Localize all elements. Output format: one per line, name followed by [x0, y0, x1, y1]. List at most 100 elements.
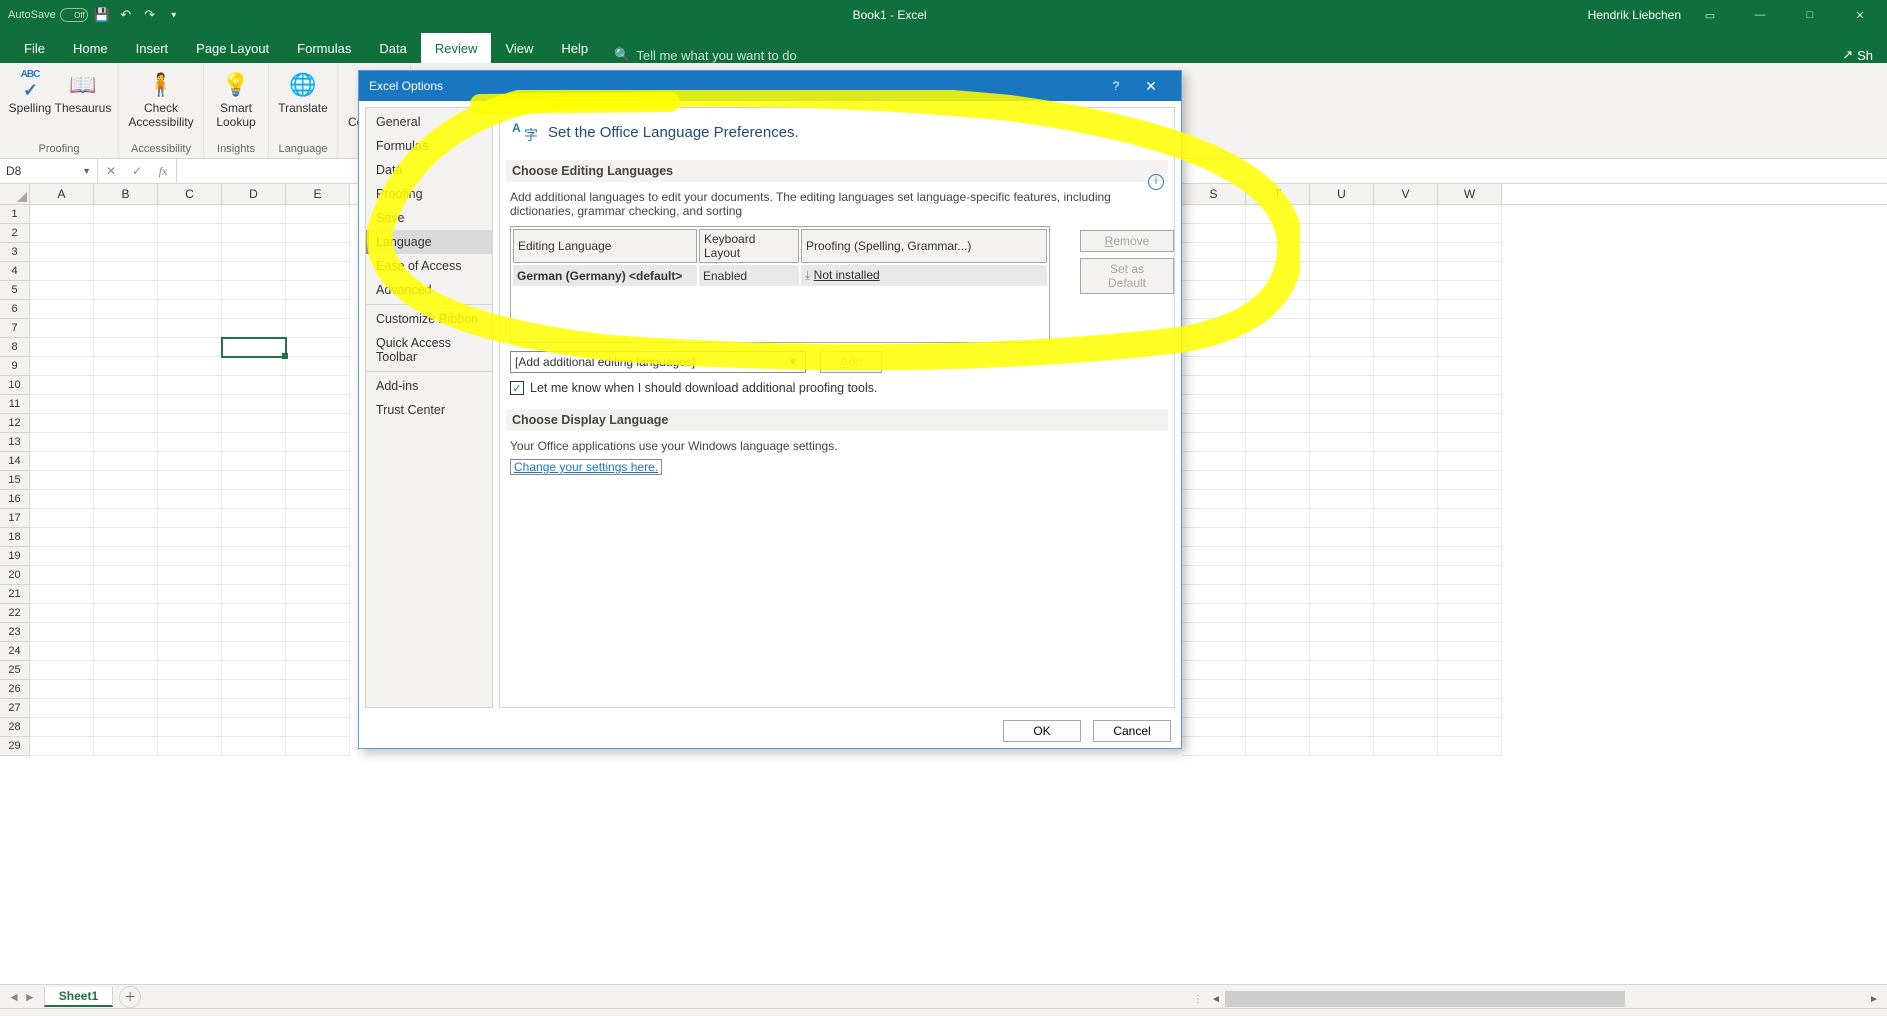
cell[interactable]	[1310, 623, 1374, 642]
col-C[interactable]: C	[158, 184, 222, 204]
horizontal-scrollbar[interactable]: ⋮ ◄ ►	[1189, 990, 1883, 1008]
minimize-icon[interactable]: —	[1739, 3, 1781, 27]
col-T[interactable]: T	[1246, 184, 1310, 204]
cell[interactable]	[1374, 452, 1438, 471]
cell[interactable]	[222, 471, 286, 490]
row-3[interactable]: 3	[0, 243, 30, 262]
cell[interactable]	[1246, 642, 1310, 661]
remove-language-button[interactable]: Remove	[1080, 230, 1174, 252]
cell[interactable]	[286, 509, 350, 528]
cell[interactable]	[1438, 262, 1502, 281]
cell[interactable]	[30, 547, 94, 566]
cell[interactable]	[1182, 623, 1246, 642]
cell[interactable]	[158, 433, 222, 452]
col-D[interactable]: D	[222, 184, 286, 204]
cell[interactable]	[222, 205, 286, 224]
nav-advanced[interactable]: Advanced	[366, 278, 492, 302]
cell[interactable]	[1438, 281, 1502, 300]
cell[interactable]	[158, 262, 222, 281]
cell[interactable]	[286, 661, 350, 680]
proofing-not-installed-link[interactable]: Not installed	[814, 268, 880, 282]
cell[interactable]	[158, 300, 222, 319]
cell[interactable]	[1246, 243, 1310, 262]
cell[interactable]	[1438, 471, 1502, 490]
cell[interactable]	[1438, 718, 1502, 737]
row-23[interactable]: 23	[0, 623, 30, 642]
cell[interactable]	[1310, 376, 1374, 395]
cell[interactable]	[1310, 357, 1374, 376]
tab-home[interactable]: Home	[59, 33, 122, 63]
cell[interactable]	[94, 452, 158, 471]
redo-icon[interactable]: ↷	[140, 5, 160, 25]
scroll-right-icon[interactable]: ►	[1865, 990, 1883, 1008]
cell[interactable]	[286, 319, 350, 338]
cell[interactable]	[1374, 718, 1438, 737]
nav-ease-of-access[interactable]: Ease of Access	[366, 254, 492, 278]
cell[interactable]	[94, 604, 158, 623]
cell[interactable]	[1246, 452, 1310, 471]
cell[interactable]	[1246, 566, 1310, 585]
row-22[interactable]: 22	[0, 604, 30, 623]
cell[interactable]	[1246, 357, 1310, 376]
cell[interactable]	[158, 205, 222, 224]
cell[interactable]	[94, 224, 158, 243]
ok-button[interactable]: OK	[1003, 720, 1081, 742]
cell[interactable]	[30, 243, 94, 262]
col-W[interactable]: W	[1438, 184, 1502, 204]
cell[interactable]	[158, 490, 222, 509]
row-27[interactable]: 27	[0, 699, 30, 718]
cell[interactable]	[94, 300, 158, 319]
col-keyboard-layout[interactable]: Keyboard Layout	[699, 229, 799, 263]
row-26[interactable]: 26	[0, 680, 30, 699]
cell[interactable]	[30, 414, 94, 433]
cell[interactable]	[94, 357, 158, 376]
row-4[interactable]: 4	[0, 262, 30, 281]
cell[interactable]	[30, 281, 94, 300]
cell[interactable]	[1438, 566, 1502, 585]
cell[interactable]	[158, 243, 222, 262]
cell[interactable]	[158, 281, 222, 300]
cell[interactable]	[158, 547, 222, 566]
cell[interactable]	[30, 509, 94, 528]
cell[interactable]	[94, 376, 158, 395]
nav-trust-center[interactable]: Trust Center	[366, 398, 492, 422]
cell[interactable]	[1246, 262, 1310, 281]
cell[interactable]	[286, 433, 350, 452]
cell[interactable]	[94, 566, 158, 585]
cell[interactable]	[1374, 243, 1438, 262]
cell[interactable]	[1310, 243, 1374, 262]
cell[interactable]	[1310, 300, 1374, 319]
cell[interactable]	[1374, 357, 1438, 376]
cell[interactable]	[286, 680, 350, 699]
cell[interactable]	[1310, 737, 1374, 756]
cell[interactable]	[286, 623, 350, 642]
cell[interactable]	[1438, 205, 1502, 224]
cell[interactable]	[30, 566, 94, 585]
dialog-close-icon[interactable]: ✕	[1131, 71, 1171, 101]
select-all-corner[interactable]	[0, 184, 30, 204]
cell[interactable]	[1182, 528, 1246, 547]
nav-save[interactable]: Save	[366, 206, 492, 230]
cell[interactable]	[222, 300, 286, 319]
cell[interactable]	[94, 680, 158, 699]
cell[interactable]	[222, 262, 286, 281]
cell[interactable]	[1246, 490, 1310, 509]
col-A[interactable]: A	[30, 184, 94, 204]
undo-icon[interactable]: ↶	[116, 5, 136, 25]
row-16[interactable]: 16	[0, 490, 30, 509]
nav-general[interactable]: General	[366, 110, 492, 134]
cell[interactable]	[286, 243, 350, 262]
row-2[interactable]: 2	[0, 224, 30, 243]
cell[interactable]	[1182, 490, 1246, 509]
cell[interactable]	[1182, 319, 1246, 338]
cell[interactable]	[1246, 699, 1310, 718]
cell[interactable]	[1374, 661, 1438, 680]
cell[interactable]	[1182, 414, 1246, 433]
cell[interactable]	[30, 680, 94, 699]
name-box[interactable]: D8 ▼	[0, 159, 98, 183]
cell[interactable]	[286, 718, 350, 737]
row-5[interactable]: 5	[0, 281, 30, 300]
nav-add-ins[interactable]: Add-ins	[366, 374, 492, 398]
row-9[interactable]: 9	[0, 357, 30, 376]
cell[interactable]	[1310, 433, 1374, 452]
